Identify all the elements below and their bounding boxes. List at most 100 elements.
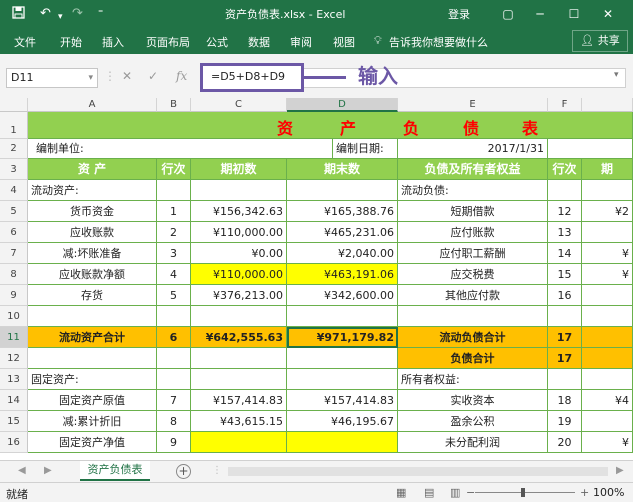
cell-g11[interactable] (582, 327, 633, 348)
cell-e12[interactable]: 负债合计 (398, 348, 548, 369)
row-header-8[interactable]: 8 (0, 264, 28, 285)
zoom-in-icon[interactable]: + (580, 486, 589, 499)
cell-f10[interactable] (548, 306, 582, 327)
cell-g12[interactable] (582, 348, 633, 369)
cell-c16[interactable] (191, 432, 287, 453)
chevron-down-icon[interactable]: ▾ (88, 69, 93, 87)
cell-f9[interactable]: 16 (548, 285, 582, 306)
cell-f2[interactable] (548, 139, 633, 159)
cancel-icon[interactable]: ✕ (122, 69, 132, 83)
cell-c5[interactable]: ¥156,342.63 (191, 201, 287, 222)
cell-c13[interactable] (191, 369, 287, 390)
cell-c11[interactable]: ¥642,555.63 (191, 327, 287, 348)
cell-d11-selected[interactable]: ¥971,179.82 (287, 327, 398, 348)
tab-home[interactable]: 开始 (60, 34, 82, 50)
cell-c8[interactable]: ¥110,000.00 (191, 264, 287, 285)
scroll-right-icon[interactable]: ▶ (616, 465, 624, 476)
header-line2[interactable]: 行次 (548, 159, 582, 180)
cell-d7[interactable]: ¥2,040.00 (287, 243, 398, 264)
enter-icon[interactable]: ✓ (148, 69, 158, 83)
cell-b5[interactable]: 1 (157, 201, 191, 222)
tab-review[interactable]: 审阅 (290, 34, 312, 50)
cell-b13[interactable] (157, 369, 191, 390)
row-header-7[interactable]: 7 (0, 243, 28, 264)
tab-page-layout[interactable]: 页面布局 (146, 34, 190, 50)
row-header-5[interactable]: 5 (0, 201, 28, 222)
cell-b12[interactable] (157, 348, 191, 369)
redo-icon[interactable]: ↷ (72, 6, 83, 22)
row-header-13[interactable]: 13 (0, 369, 28, 390)
select-all-corner[interactable] (0, 98, 28, 112)
login-link[interactable]: 登录 (448, 6, 470, 22)
header-cut[interactable]: 期 (582, 159, 633, 180)
cell-b14[interactable]: 7 (157, 390, 191, 411)
row-header-16[interactable]: 16 (0, 432, 28, 453)
add-sheet-icon[interactable]: + (176, 464, 191, 479)
cell-d4[interactable] (287, 180, 398, 201)
cell-a6[interactable]: 应收账款 (28, 222, 157, 243)
cell-e15[interactable]: 盈余公积 (398, 411, 548, 432)
cell-e16[interactable]: 未分配利润 (398, 432, 548, 453)
expand-formula-icon[interactable]: ▾ (614, 70, 619, 80)
cell-b7[interactable]: 3 (157, 243, 191, 264)
cell-f11[interactable]: 17 (548, 327, 582, 348)
cell-f14[interactable]: 18 (548, 390, 582, 411)
cell-c14[interactable]: ¥157,414.83 (191, 390, 287, 411)
cell-f7[interactable]: 14 (548, 243, 582, 264)
undo-dropdown-icon[interactable]: ▾ (58, 9, 63, 25)
cell-g13[interactable] (582, 369, 633, 390)
cell-d16[interactable] (287, 432, 398, 453)
cell-f4[interactable] (548, 180, 582, 201)
row-header-11[interactable]: 11 (0, 327, 28, 348)
cell-b9[interactable]: 5 (157, 285, 191, 306)
cell-f6[interactable]: 13 (548, 222, 582, 243)
page-break-view-icon[interactable]: ▥ (450, 486, 460, 499)
cell-g5[interactable]: ¥2 (582, 201, 633, 222)
zoom-slider-handle[interactable] (521, 488, 525, 497)
cell-c7[interactable]: ¥0.00 (191, 243, 287, 264)
ribbon-display-icon[interactable]: ▢ (498, 4, 518, 24)
unit-label[interactable]: 编制单位: (28, 139, 333, 159)
tab-insert[interactable]: 插入 (102, 34, 124, 50)
cell-c4[interactable] (191, 180, 287, 201)
cell-f16[interactable]: 20 (548, 432, 582, 453)
cell-f5[interactable]: 12 (548, 201, 582, 222)
cell-d14[interactable]: ¥157,414.83 (287, 390, 398, 411)
formula-input[interactable]: =D5+D8+D9 (200, 63, 304, 92)
cell-e9[interactable]: 其他应付款 (398, 285, 548, 306)
cell-d13[interactable] (287, 369, 398, 390)
cell-a13[interactable]: 固定资产: (28, 369, 157, 390)
cell-c9[interactable]: ¥376,213.00 (191, 285, 287, 306)
tab-formulas[interactable]: 公式 (206, 34, 228, 50)
tab-splitter-icon[interactable]: ⋮ (212, 465, 222, 476)
cell-g9[interactable] (582, 285, 633, 306)
cell-g6[interactable] (582, 222, 633, 243)
cell-d6[interactable]: ¥465,231.06 (287, 222, 398, 243)
next-sheet-icon[interactable]: ▶ (44, 465, 52, 476)
title-row[interactable] (28, 112, 633, 139)
cell-g7[interactable]: ¥ (582, 243, 633, 264)
prev-sheet-icon[interactable]: ◀ (18, 465, 26, 476)
name-box[interactable]: D11 ▾ (6, 68, 98, 88)
cell-a5[interactable]: 货币资金 (28, 201, 157, 222)
cell-g16[interactable]: ¥ (582, 432, 633, 453)
lightbulb-icon[interactable]: 💡︎ (374, 34, 382, 48)
tab-file[interactable]: 文件 (14, 34, 36, 50)
cell-b6[interactable]: 2 (157, 222, 191, 243)
cell-a12[interactable] (28, 348, 157, 369)
cell-c6[interactable]: ¥110,000.00 (191, 222, 287, 243)
cell-e13[interactable]: 所有者权益: (398, 369, 548, 390)
cell-b16[interactable]: 9 (157, 432, 191, 453)
cell-f13[interactable] (548, 369, 582, 390)
cell-e14[interactable]: 实收资本 (398, 390, 548, 411)
cell-e10[interactable] (398, 306, 548, 327)
header-line[interactable]: 行次 (157, 159, 191, 180)
row-header-2[interactable]: 2 (0, 139, 28, 159)
row-header-1[interactable]: 1 (0, 112, 28, 139)
cell-a7[interactable]: 减:坏账准备 (28, 243, 157, 264)
header-begin[interactable]: 期初数 (191, 159, 287, 180)
cell-g10[interactable] (582, 306, 633, 327)
col-header-a[interactable]: A (28, 98, 157, 112)
tab-view[interactable]: 视图 (333, 34, 355, 50)
cell-e5[interactable]: 短期借款 (398, 201, 548, 222)
